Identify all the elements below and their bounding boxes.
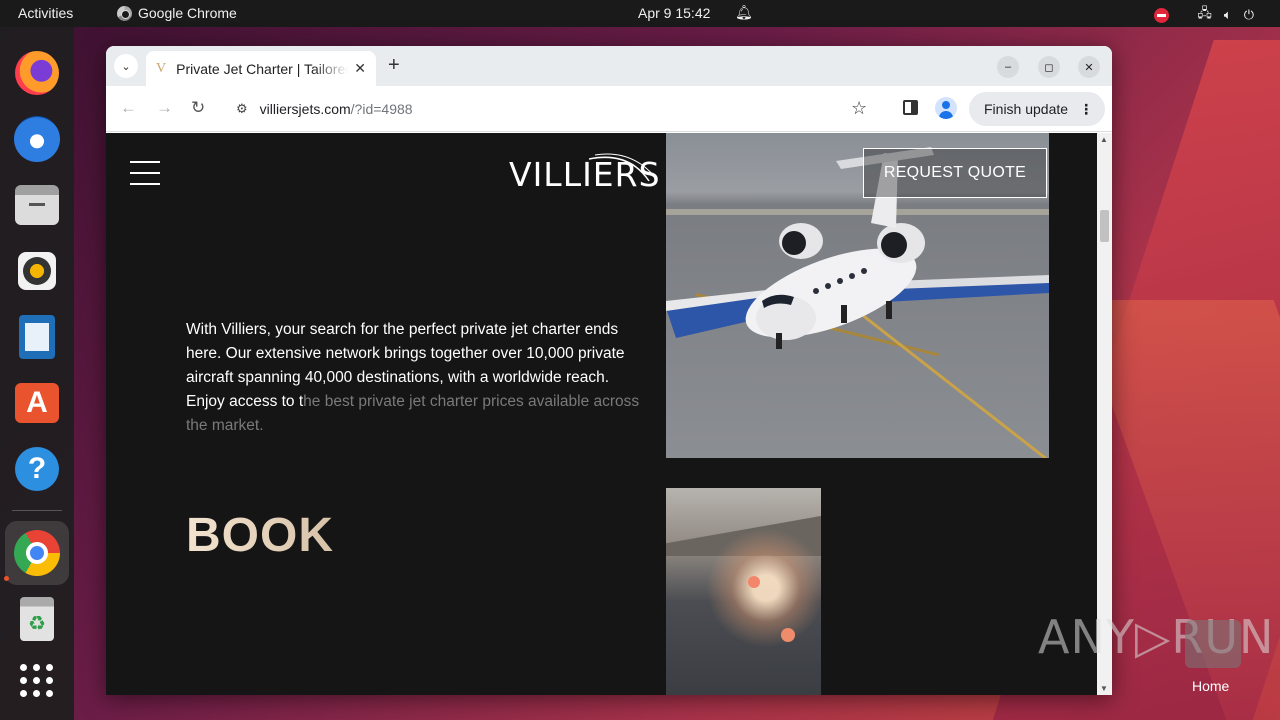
- app-center-icon: A: [15, 383, 59, 423]
- forward-button[interactable]: →: [156, 98, 173, 118]
- volume-icon: 🔈︎: [1223, 7, 1232, 22]
- profile-avatar-icon[interactable]: [935, 97, 957, 119]
- dock-writer[interactable]: [13, 313, 61, 361]
- book-heading: BOOK: [186, 509, 334, 562]
- arrow-left-icon: ←: [120, 98, 137, 117]
- show-apps-icon: [20, 664, 54, 698]
- dock-show-apps[interactable]: [13, 657, 61, 705]
- finish-update-label: Finish update: [984, 101, 1069, 117]
- browser-toolbar: ← → ↻ ⚙ villiersjets.com/?id=4988 ☆ Fini…: [106, 86, 1112, 132]
- system-tray[interactable]: 🖧 🔈︎ ⏻: [1154, 4, 1254, 26]
- tab-close-button[interactable]: ✕: [354, 60, 366, 77]
- scroll-down-icon[interactable]: ▼: [1100, 684, 1108, 693]
- request-quote-button[interactable]: REQUEST QUOTE: [863, 148, 1047, 198]
- browser-window: ⌄ V Private Jet Charter | Tailored ✕ + –…: [106, 46, 1112, 695]
- activities-button[interactable]: Activities: [18, 5, 73, 21]
- do-not-disturb-icon: [1154, 7, 1170, 23]
- clock[interactable]: Apr 9 15:42: [638, 5, 710, 21]
- more-menu-icon: ⋮: [1079, 100, 1094, 117]
- firefox-icon: [15, 51, 59, 95]
- app-menu-label: Google Chrome: [138, 5, 237, 21]
- network-icon: 🖧: [1197, 5, 1212, 20]
- hamburger-menu-button[interactable]: [130, 161, 160, 185]
- dock-chrome[interactable]: [5, 521, 69, 585]
- tab-title: Private Jet Charter | Tailored: [176, 60, 349, 77]
- tab-search-button[interactable]: ⌄: [114, 54, 138, 78]
- chrome-icon: [14, 530, 60, 576]
- close-window-button[interactable]: ✕: [1078, 56, 1100, 78]
- dock-trash[interactable]: ♻: [13, 595, 61, 643]
- tab-strip: ⌄ V Private Jet Charter | Tailored ✕ + –…: [106, 46, 1112, 86]
- dock-rhythmbox[interactable]: [13, 247, 61, 295]
- dock: A ? ♻: [0, 27, 74, 720]
- tab-active[interactable]: V Private Jet Charter | Tailored ✕: [146, 51, 376, 86]
- files-icon: [15, 185, 59, 225]
- side-panel-icon[interactable]: [903, 100, 918, 115]
- power-icon: ⏻: [1243, 7, 1254, 22]
- bookmark-star-icon[interactable]: ☆: [851, 98, 867, 119]
- home-folder-label: Home: [1192, 678, 1230, 694]
- dock-app-center[interactable]: A: [13, 379, 61, 427]
- site-favicon-icon: V: [156, 60, 167, 76]
- maximize-button[interactable]: ◻: [1038, 56, 1060, 78]
- chevron-down-icon: ⌄: [121, 60, 131, 73]
- thunderbird-icon: [14, 116, 60, 162]
- arrow-right-icon: →: [156, 98, 173, 117]
- rhythmbox-icon: [18, 252, 56, 290]
- dock-firefox[interactable]: [13, 49, 61, 97]
- dock-help[interactable]: ?: [13, 445, 61, 493]
- bell-icon: 🔔︎: [735, 4, 753, 20]
- url-host: villiersjets.com: [259, 101, 351, 117]
- back-button[interactable]: ←: [120, 98, 137, 118]
- running-indicator: [4, 576, 9, 581]
- trash-icon: ♻: [20, 597, 54, 641]
- logo-swoosh-icon: [589, 153, 656, 182]
- reload-button[interactable]: ↻: [191, 98, 205, 118]
- cockpit-photo: [666, 488, 821, 695]
- scrollbar-thumb[interactable]: [1100, 210, 1109, 242]
- url-path: /?id=4988: [350, 101, 413, 117]
- dock-separator: [12, 510, 62, 511]
- dock-thunderbird[interactable]: [13, 115, 61, 163]
- writer-icon: [19, 315, 55, 359]
- address-bar[interactable]: ⚙ villiersjets.com/?id=4988: [226, 93, 884, 125]
- scroll-up-icon[interactable]: ▲: [1100, 135, 1108, 144]
- page-viewport: VILLIERS REQUEST QUOTE With Villiers, yo…: [106, 133, 1097, 695]
- dock-files[interactable]: [13, 181, 61, 229]
- help-icon: ?: [15, 447, 59, 491]
- reload-icon: ↻: [191, 98, 206, 117]
- new-tab-button[interactable]: +: [388, 54, 400, 77]
- home-folder-icon[interactable]: [1185, 620, 1241, 668]
- minimize-button[interactable]: –: [997, 56, 1019, 78]
- app-menu[interactable]: Google Chrome: [117, 5, 237, 21]
- intro-paragraph: With Villiers, your search for the perfe…: [186, 318, 646, 438]
- chrome-icon: [117, 5, 132, 21]
- finish-update-button[interactable]: Finish update ⋮: [969, 92, 1105, 126]
- top-bar: Activities Google Chrome Apr 9 15:42 🔔︎ …: [0, 0, 1280, 27]
- site-info-icon[interactable]: ⚙: [236, 101, 248, 117]
